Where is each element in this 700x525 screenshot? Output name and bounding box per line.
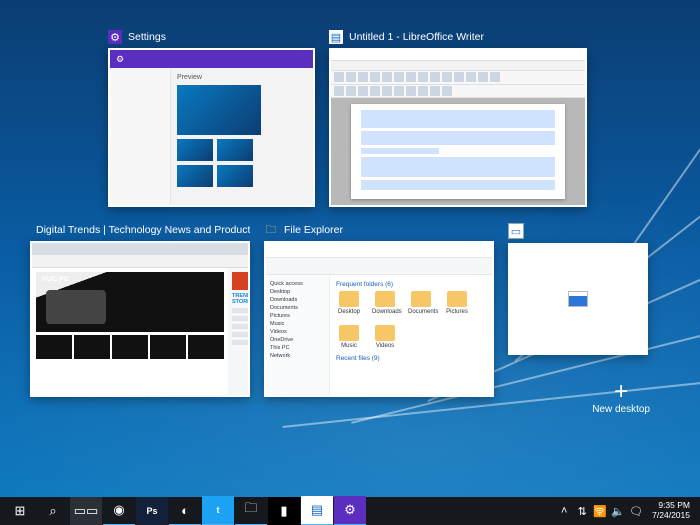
taskbar-search-button[interactable]: ⌕ xyxy=(37,497,69,525)
tray-icon-2[interactable]: 🛜 xyxy=(591,505,609,518)
explorer-nav-item[interactable]: Downloads xyxy=(270,297,325,303)
explorer-folder[interactable]: Downloads xyxy=(372,291,398,315)
settings-preview-label: Preview xyxy=(177,74,307,81)
explorer-nav-item[interactable]: OneDrive xyxy=(270,337,325,343)
explorer-nav-item[interactable]: Quick access xyxy=(270,281,325,287)
window-title: File Explorer xyxy=(284,224,343,236)
window-thumb-settings[interactable]: ⚙ Settings ⚙ Preview xyxy=(108,30,315,207)
taskbar-steam-button[interactable]: ◐ xyxy=(169,496,201,525)
folder-icon: 🗀 xyxy=(264,223,278,237)
explorer-group-recent: Recent files (9) xyxy=(336,355,486,362)
taskbar-chrome-button[interactable]: ◉ xyxy=(103,496,135,525)
explorer-nav-item[interactable]: Network xyxy=(270,353,325,359)
tray-icon-4[interactable]: 🗨 xyxy=(627,505,645,518)
explorer-folder[interactable]: Documents xyxy=(408,291,434,315)
explorer-nav-item[interactable]: Pictures xyxy=(270,313,325,319)
taskbar: ⊞⌕▭▭◉Ps◐t🗀▮▤⚙ ˄⇅🛜🔈🗨 9:35 PM 7/24/2015 xyxy=(0,497,700,525)
taskbar-photoshop-button[interactable]: Ps xyxy=(136,497,168,525)
taskbar-clock[interactable]: 9:35 PM 7/24/2015 xyxy=(646,501,696,521)
taskbar-settings-button[interactable]: ⚙ xyxy=(334,496,366,525)
explorer-nav-item[interactable]: Documents xyxy=(270,305,325,311)
window-title: Digital Trends | Technology News and Pro… xyxy=(36,224,250,236)
new-desktop-label: New desktop xyxy=(592,404,650,415)
window-title: Untitled 1 - LibreOffice Writer xyxy=(349,31,484,43)
writer-icon: ▤ xyxy=(329,30,343,44)
explorer-folder[interactable]: Desktop xyxy=(336,291,362,315)
window-thumb-writer[interactable]: ▤ Untitled 1 - LibreOffice Writer xyxy=(329,30,587,207)
plus-icon: + xyxy=(592,380,650,404)
article-nuc-label: NUC PC xyxy=(42,276,69,283)
settings-icon: ⚙ xyxy=(108,30,122,44)
explorer-folder[interactable]: Music xyxy=(336,325,362,349)
taskbar-tweetdeck-button[interactable]: t xyxy=(202,496,234,525)
explorer-group-frequent: Frequent folders (6) xyxy=(336,281,486,288)
taskbar-explorer-button[interactable]: 🗀 xyxy=(235,496,267,525)
explorer-nav-item[interactable]: This PC xyxy=(270,345,325,351)
new-desktop-button[interactable]: + New desktop xyxy=(592,380,650,415)
clock-date: 7/24/2015 xyxy=(652,511,690,521)
taskbar-writer-button[interactable]: ▤ xyxy=(301,496,333,525)
taskbar-task-view-button[interactable]: ▭▭ xyxy=(70,497,102,525)
task-view-overlay: ⚙ Settings ⚙ Preview xyxy=(30,30,670,465)
window-thumb-chrome[interactable]: Digital Trends | Technology News and Pro… xyxy=(30,223,250,397)
generic-window-icon: ▭ xyxy=(508,223,524,239)
explorer-nav-item[interactable]: Videos xyxy=(270,329,325,335)
window-title: Settings xyxy=(128,31,166,43)
taskbar-terminal-button[interactable]: ▮ xyxy=(268,497,300,525)
window-thumb-explorer[interactable]: 🗀 File Explorer Quick access Desktop Downl… xyxy=(264,223,494,397)
tray-icon-1[interactable]: ⇅ xyxy=(573,505,591,518)
taskbar-start-button[interactable]: ⊞ xyxy=(4,497,36,525)
window-thumb-blank[interactable]: ▭ xyxy=(508,223,648,397)
tray-icon-0[interactable]: ˄ xyxy=(555,505,573,518)
trending-header: TRENDING STORIES xyxy=(232,293,250,305)
explorer-nav-item[interactable]: Music xyxy=(270,321,325,327)
explorer-folder[interactable]: Videos xyxy=(372,325,398,349)
explorer-nav-item[interactable]: Desktop xyxy=(270,289,325,295)
explorer-folder[interactable]: Pictures xyxy=(444,291,470,315)
tray-icon-3[interactable]: 🔈 xyxy=(609,505,627,518)
